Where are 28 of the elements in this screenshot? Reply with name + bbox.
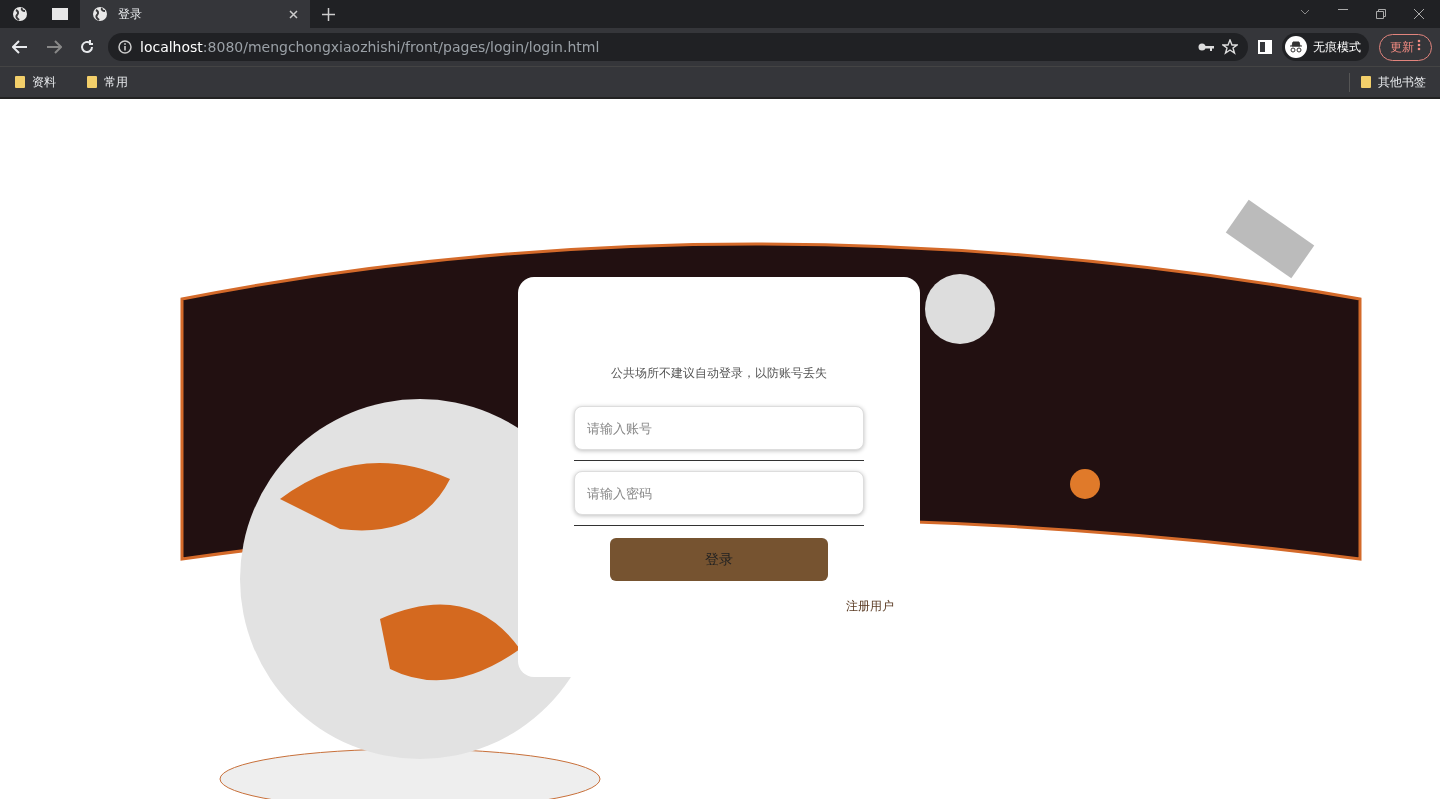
bookmark[interactable]: 资料 [8, 72, 62, 92]
new-tab-icon[interactable] [322, 7, 335, 21]
globe-icon [92, 6, 108, 22]
folder-icon [1360, 75, 1372, 89]
bookmark[interactable]: 常用 [80, 72, 134, 92]
star-icon[interactable] [1221, 39, 1238, 55]
other-bookmarks[interactable]: 其他书签 [1349, 72, 1432, 92]
minimize-icon[interactable] [1338, 9, 1348, 11]
more-icon[interactable] [1417, 38, 1421, 51]
folder-icon [86, 75, 98, 89]
hint-text: 公共场所不建议自动登录，以防账号丢失 [611, 365, 827, 382]
input-field[interactable]: 请输入密码 [574, 471, 864, 515]
chevron-icon[interactable] [1300, 9, 1310, 15]
info-icon[interactable] [118, 40, 132, 54]
address-bar[interactable]: localhost:8080/mengchongxiaozhishi/front/pages/login/login.html [108, 33, 1248, 61]
globe-icon [12, 6, 28, 22]
url-text: localhost:8080/mengchongxiaozhishi/front/pages/login/login.html [140, 39, 600, 55]
register-link[interactable]: 注册用户 [840, 597, 900, 616]
incognito-button[interactable]: 无痕模式 [1281, 33, 1369, 61]
input-field[interactable]: 请输入账号 [574, 406, 864, 450]
close-icon[interactable] [289, 9, 298, 19]
side-panel-icon[interactable] [1257, 40, 1272, 54]
folder-icon [14, 75, 26, 89]
incognito-icon [1284, 36, 1307, 58]
browser-tab[interactable]: 登录 [80, 0, 310, 28]
close-window-icon[interactable] [1414, 9, 1424, 19]
key-icon[interactable] [1197, 42, 1214, 52]
restore-icon[interactable] [1376, 9, 1386, 19]
